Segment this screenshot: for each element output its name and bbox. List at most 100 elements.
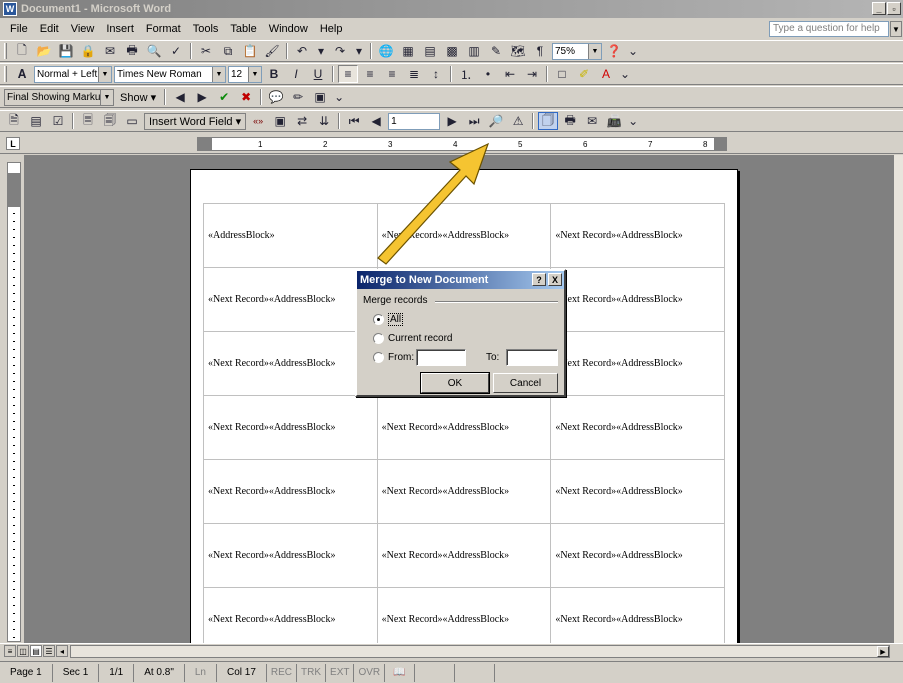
new-document-icon[interactable]: 🗋	[12, 42, 32, 60]
match-fields-icon[interactable]: ⇄	[292, 112, 312, 130]
tables-borders-icon[interactable]: ▦	[398, 42, 418, 60]
right-margin-marker[interactable]	[714, 138, 726, 150]
go-to-record-input[interactable]: 1	[388, 112, 441, 130]
print-icon[interactable]: 🖶	[122, 42, 142, 60]
web-layout-icon[interactable]: ◫	[17, 645, 29, 657]
print-preview-icon[interactable]: 🔍	[144, 42, 164, 60]
open-data-source-icon[interactable]: ▤	[26, 112, 46, 130]
label-cell[interactable]: «Next Record»«AddressBlock»	[376, 523, 552, 588]
toolbar-grip[interactable]	[4, 66, 7, 82]
toolbar-grip[interactable]	[4, 43, 7, 59]
tab-selector-icon[interactable]: L	[6, 137, 20, 150]
status-trk[interactable]: TRK	[297, 663, 327, 682]
highlight-merge-fields-icon[interactable]: ▣	[270, 112, 290, 130]
email-icon[interactable]: ✉	[100, 42, 120, 60]
cut-icon[interactable]: ✂	[196, 42, 216, 60]
reading-layout-icon[interactable]: ◂	[56, 645, 68, 657]
toolbar-options-icon[interactable]: ⌄	[332, 88, 346, 106]
print-layout-icon[interactable]: ▤	[30, 645, 42, 657]
from-option[interactable]: From:	[373, 352, 414, 363]
label-cell[interactable]: «Next Record»«AddressBlock»	[376, 203, 552, 268]
label-cell[interactable]: «Next Record»«AddressBlock»	[203, 587, 378, 643]
from-input[interactable]	[416, 349, 466, 366]
word-app-icon[interactable]: W	[3, 2, 17, 16]
status-ovr[interactable]: OVR	[354, 663, 386, 682]
main-document-setup-icon[interactable]: 🗎	[4, 112, 24, 130]
format-painter-icon[interactable]: 🖌	[262, 42, 282, 60]
bullets-icon[interactable]: •	[478, 65, 498, 83]
check-for-errors-icon[interactable]: ⚠	[508, 112, 528, 130]
accept-change-icon[interactable]: ✔	[214, 88, 234, 106]
label-cell[interactable]: «Next Record»«AddressBlock»	[550, 331, 725, 396]
font-size-select[interactable]: 12 ▼	[228, 65, 262, 83]
italic-icon[interactable]: I	[286, 65, 306, 83]
next-record-icon[interactable]: ▶	[442, 112, 462, 130]
paste-icon[interactable]: 📋	[240, 42, 260, 60]
underline-icon[interactable]: U	[308, 65, 328, 83]
outline-view-icon[interactable]: ☰	[43, 645, 55, 657]
insert-address-block-icon[interactable]: 🗏	[78, 112, 98, 130]
permission-icon[interactable]: 🔒	[78, 42, 98, 60]
columns-icon[interactable]: ▥	[464, 42, 484, 60]
align-center-icon[interactable]: ≡	[360, 65, 380, 83]
left-margin-marker[interactable]	[198, 138, 212, 150]
menu-edit[interactable]: Edit	[34, 23, 65, 35]
vertical-scrollbar[interactable]	[893, 155, 903, 643]
merge-to-printer-icon[interactable]: 🖶	[560, 112, 580, 130]
font-select[interactable]: Times New Roman ▼	[114, 65, 226, 83]
document-page[interactable]: «AddressBlock» «Next Record»«AddressBlock…	[190, 169, 738, 643]
first-record-icon[interactable]: ⏮	[344, 112, 364, 130]
label-cell[interactable]: «Next Record»«AddressBlock»	[376, 459, 552, 524]
help-question-input[interactable]: Type a question for help	[769, 21, 889, 37]
chevron-down-icon[interactable]: ▼	[100, 89, 113, 105]
insert-excel-icon[interactable]: ▩	[442, 42, 462, 60]
label-cell[interactable]: «Next Record»«AddressBlock»	[203, 267, 378, 332]
highlight-icon[interactable]: ✐	[574, 65, 594, 83]
from-radio[interactable]	[373, 352, 384, 363]
horizontal-ruler[interactable]: 1 2 3 4 5 6 7 8	[197, 137, 727, 151]
view-merged-data-icon[interactable]: «»	[248, 112, 268, 130]
label-cell[interactable]: «Next Record»«AddressBlock»	[203, 395, 378, 460]
dialog-close-button[interactable]: X	[548, 273, 562, 286]
label-cell[interactable]: «Next Record»«AddressBlock»	[550, 395, 725, 460]
spelling-icon[interactable]: ✓	[166, 42, 186, 60]
to-input[interactable]	[506, 349, 558, 366]
help-dropdown-arrow-icon[interactable]: ▼	[890, 21, 902, 37]
help-icon[interactable]: ❓	[604, 42, 624, 60]
undo-dropdown-icon[interactable]: ▾	[314, 42, 328, 60]
redo-icon[interactable]: ↷	[330, 42, 350, 60]
label-cell[interactable]: «AddressBlock»	[203, 203, 378, 268]
all-radio[interactable]	[373, 314, 384, 325]
insert-merge-fields-icon[interactable]: ▭	[122, 112, 142, 130]
dialog-title-bar[interactable]: Merge to New Document ? X	[357, 271, 564, 289]
hyperlink-icon[interactable]: 🌐	[376, 42, 396, 60]
reviewing-pane-icon[interactable]: ▣	[310, 88, 330, 106]
styles-formatting-icon[interactable]: 𝐀	[12, 65, 32, 83]
copy-icon[interactable]: ⧉	[218, 42, 238, 60]
normal-view-icon[interactable]: ≡	[4, 645, 16, 657]
chevron-down-icon[interactable]: ▼	[248, 66, 261, 82]
show-hide-icon[interactable]: ¶	[530, 42, 550, 60]
insert-greeting-line-icon[interactable]: 🗐	[100, 112, 120, 130]
menu-help[interactable]: Help	[314, 23, 349, 35]
label-cell[interactable]: «Next Record»«AddressBlock»	[550, 587, 725, 643]
all-records-option[interactable]: All	[373, 313, 404, 326]
bold-icon[interactable]: B	[264, 65, 284, 83]
menu-window[interactable]: Window	[263, 23, 314, 35]
menu-insert[interactable]: Insert	[100, 23, 140, 35]
previous-record-icon[interactable]: ◀	[366, 112, 386, 130]
display-for-review-select[interactable]: Final Showing Markup ▼	[4, 88, 114, 106]
toolbar-options-icon[interactable]: ⌄	[626, 112, 640, 130]
decrease-indent-icon[interactable]: ⇤	[500, 65, 520, 83]
minimize-button[interactable]: _	[872, 2, 886, 15]
justify-icon[interactable]: ≣	[404, 65, 424, 83]
numbering-icon[interactable]: ⒈	[456, 65, 476, 83]
insert-table-icon[interactable]: ▤	[420, 42, 440, 60]
horizontal-scrollbar[interactable]: ▶	[70, 645, 890, 658]
merge-to-email-icon[interactable]: ✉	[582, 112, 602, 130]
spelling-status-icon[interactable]: 📖	[385, 663, 415, 682]
mail-merge-recipients-icon[interactable]: ☑	[48, 112, 68, 130]
style-select[interactable]: Normal + Left: ▼	[34, 65, 112, 83]
label-cell[interactable]: «Next Record»«AddressBlock»	[376, 587, 552, 643]
reject-change-icon[interactable]: ✖	[236, 88, 256, 106]
